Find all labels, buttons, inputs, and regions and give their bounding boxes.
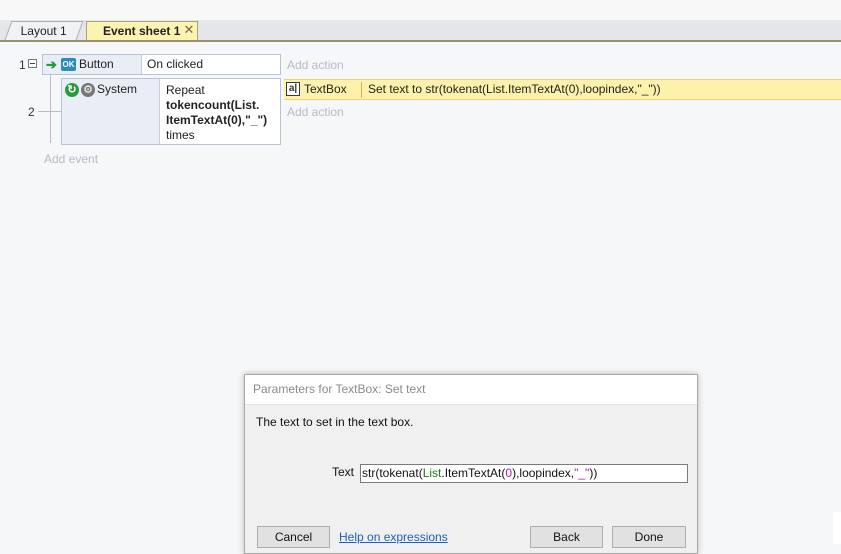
condition-object-label: System bbox=[97, 82, 138, 96]
condition-expression: tokencount(List. ItemTextAt(0),"_") bbox=[166, 98, 268, 127]
expression-token: )) bbox=[589, 466, 598, 480]
condition-object-label: Button bbox=[79, 57, 114, 71]
done-button[interactable]: Done bbox=[612, 526, 686, 548]
action-separator bbox=[361, 82, 362, 98]
window-edge bbox=[833, 512, 841, 544]
expression-token: "_" bbox=[574, 466, 590, 480]
add-action-link[interactable]: Add action bbox=[287, 105, 344, 119]
tab-layout-1[interactable]: Layout 1 bbox=[4, 21, 84, 40]
back-button[interactable]: Back bbox=[530, 526, 603, 548]
action-object-label: TextBox bbox=[304, 82, 347, 96]
loop-icon: ↻ bbox=[65, 83, 79, 97]
gear-icon: ⚙ bbox=[81, 83, 95, 97]
expression-token: List bbox=[422, 466, 442, 480]
expression-tokens: str(tokenat(List.ItemTextAt(0),loopindex… bbox=[362, 466, 597, 480]
text-param-label: Text bbox=[332, 465, 355, 479]
text-param-input[interactable]: str(tokenat(List.ItemTextAt(0),loopindex… bbox=[360, 464, 688, 483]
action-text: Set text to str(tokenat(List.ItemTextAt(… bbox=[368, 82, 661, 96]
expression-token: ),loopindex, bbox=[512, 466, 575, 480]
dialog-title: Parameters for TextBox: Set text bbox=[253, 382, 426, 396]
event-number: 1 bbox=[19, 58, 26, 72]
collapse-toggle-icon[interactable] bbox=[28, 59, 37, 68]
dialog-description: The text to set in the text box. bbox=[256, 415, 414, 429]
tree-line bbox=[50, 75, 51, 143]
condition-object: ↻ ⚙ System bbox=[62, 79, 160, 144]
cancel-button[interactable]: Cancel bbox=[257, 526, 330, 548]
expression-token: .ItemTextAt( bbox=[441, 466, 506, 480]
tab-label: Layout 1 bbox=[20, 24, 67, 38]
condition-text: Repeat tokencount(List. ItemTextAt(0),"_… bbox=[166, 83, 278, 143]
action-textbox-set-text[interactable]: a| TextBox Set text to str(tokenat(List.… bbox=[284, 79, 841, 100]
add-action-link[interactable]: Add action bbox=[287, 58, 344, 72]
tree-line bbox=[50, 111, 61, 112]
condition-text-line: Repeat bbox=[166, 83, 205, 97]
event-number: 2 bbox=[28, 105, 35, 119]
help-on-expressions-link[interactable]: Help on expressions bbox=[339, 530, 448, 544]
condition-system-repeat[interactable]: ↻ ⚙ System Repeat tokencount(List. ItemT… bbox=[61, 78, 281, 145]
tab-label: Event sheet 1 bbox=[103, 24, 181, 38]
dialog-titlebar[interactable]: Parameters for TextBox: Set text bbox=[245, 375, 697, 405]
top-toolbar bbox=[0, 0, 841, 21]
tree-line bbox=[38, 111, 50, 112]
condition-text-line: times bbox=[166, 128, 195, 142]
add-event-link[interactable]: Add event bbox=[44, 152, 98, 166]
condition-button-on-clicked[interactable]: ➔ OK Button On clicked bbox=[42, 54, 281, 75]
textbox-icon: a| bbox=[286, 82, 300, 96]
condition-text: On clicked bbox=[147, 57, 204, 71]
arrow-icon: ➔ bbox=[46, 57, 57, 72]
parameters-dialog: Parameters for TextBox: Set text The tex… bbox=[244, 374, 698, 554]
ok-icon: OK bbox=[61, 58, 76, 71]
close-icon[interactable]: ✕ bbox=[182, 22, 196, 38]
condition-object: ➔ OK Button bbox=[43, 55, 142, 74]
expression-token: str(tokenat( bbox=[362, 466, 423, 480]
